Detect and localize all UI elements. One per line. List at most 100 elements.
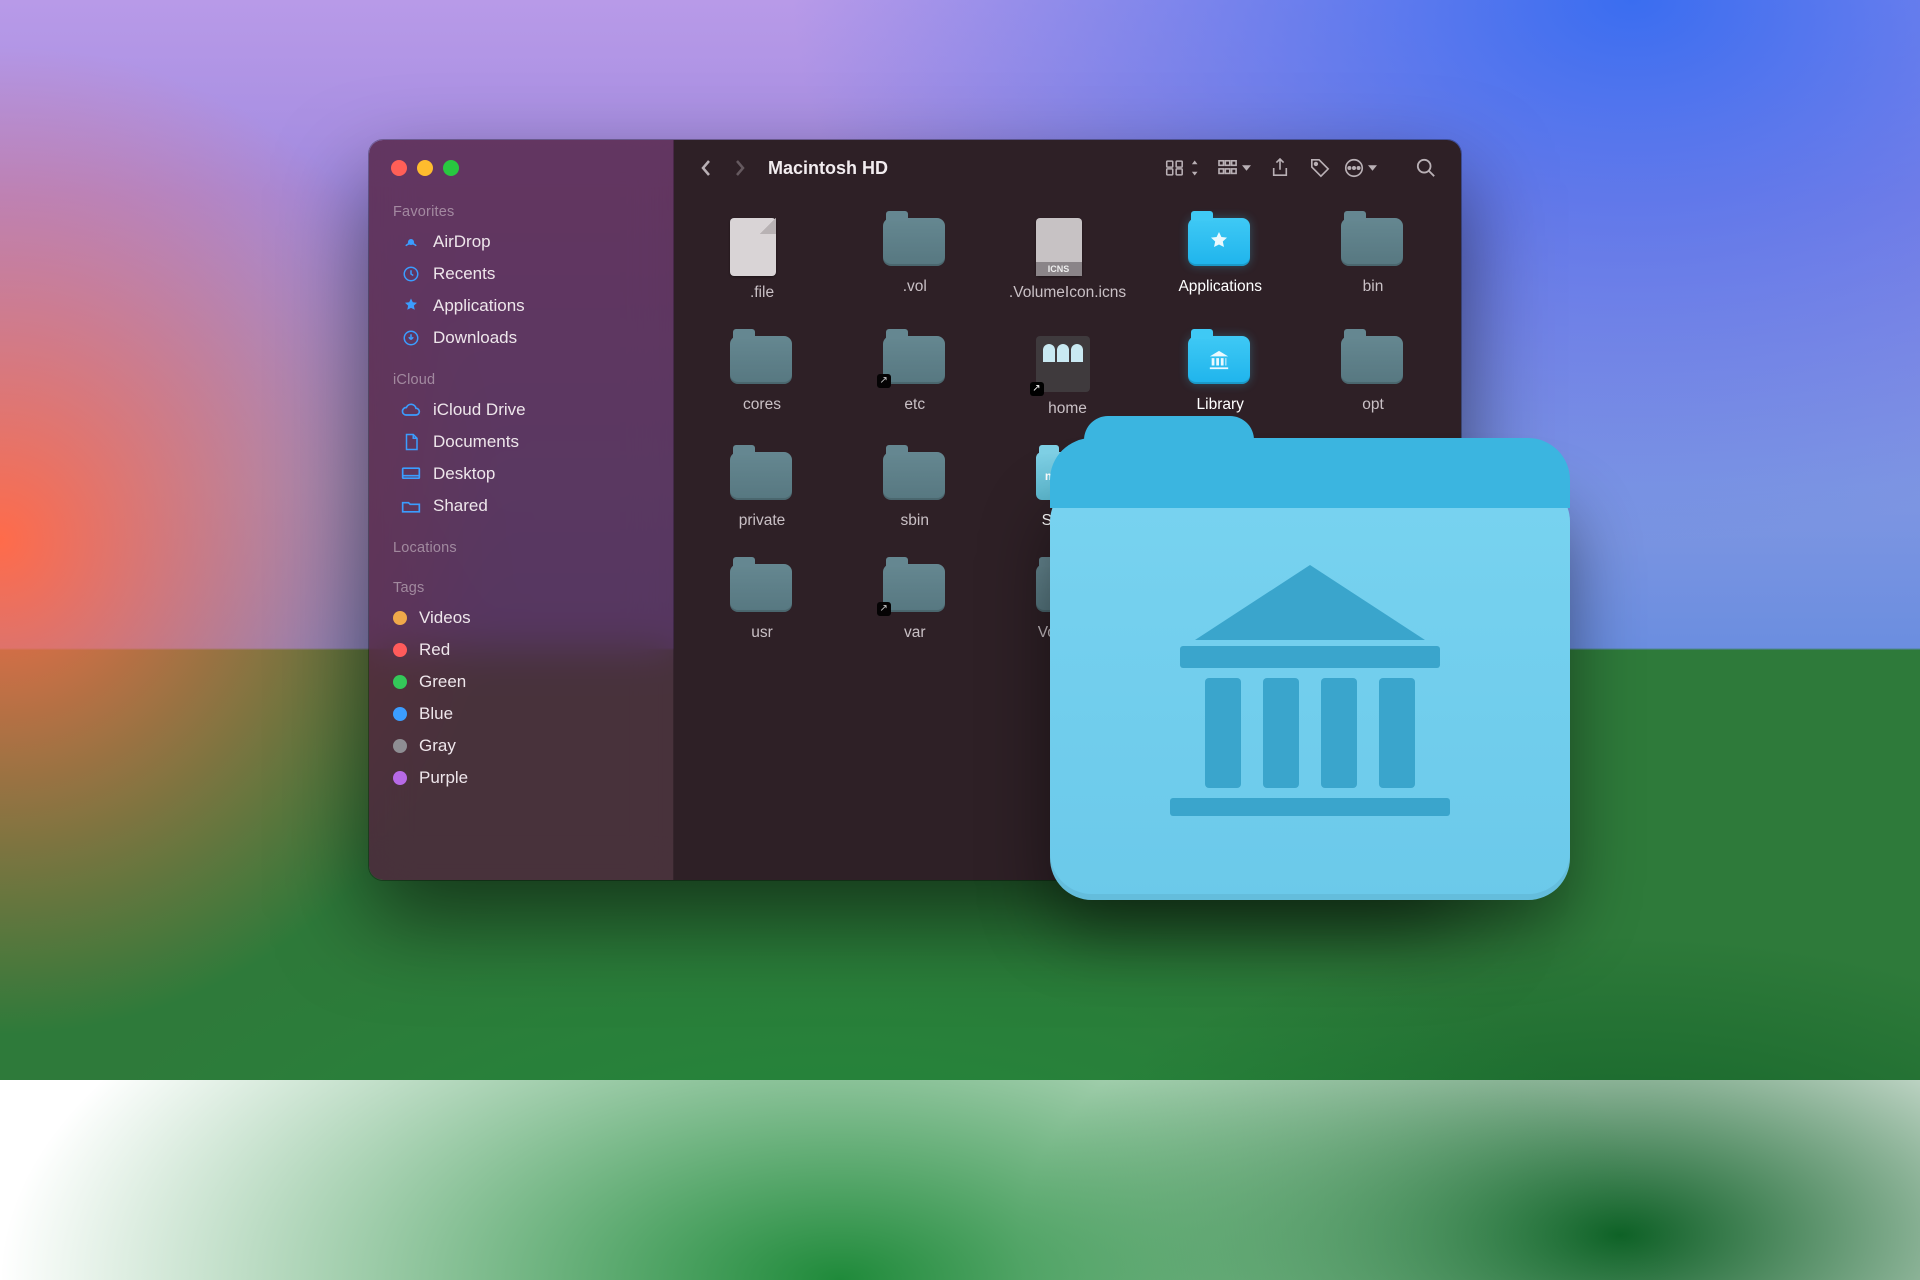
tag-dot-icon [393,771,407,785]
sidebar-label: Applications [433,296,525,316]
cloud-icon [401,400,421,420]
sidebar-tag-videos[interactable]: Videos [369,602,673,634]
file-label: var [904,624,926,642]
share-button[interactable] [1263,153,1297,183]
group-by-button[interactable] [1217,153,1251,183]
file-item[interactable]: Applications [1156,218,1284,302]
tags-header: Tags [369,562,673,602]
tag-label: Purple [419,768,468,788]
alias-badge-icon [877,602,891,616]
favorites-header: Favorites [369,186,673,226]
file-item[interactable]: .vol [851,218,979,302]
file-item[interactable]: bin [1309,218,1437,302]
tag-dot-icon [393,739,407,753]
file-item[interactable]: ICNS .VolumeIcon.icns [1004,218,1132,302]
file-item[interactable]: var [851,564,979,642]
airdrop-icon [401,232,421,252]
file-label: private [739,512,786,530]
sidebar-label: AirDrop [433,232,491,252]
sidebar-tag-green[interactable]: Green [369,666,673,698]
window-title: Macintosh HD [768,158,888,179]
sidebar-item-downloads[interactable]: Downloads [377,322,665,354]
icloud-header: iCloud [369,354,673,394]
sidebar-item-desktop[interactable]: Desktop [377,458,665,490]
tag-label: Green [419,672,466,692]
folder-icon [883,564,947,616]
sidebar-item-shared[interactable]: Shared [377,490,665,522]
folder-icon [883,336,947,388]
sidebar-label: Desktop [433,464,495,484]
folder-icon [883,218,947,270]
file-label: usr [751,624,773,642]
folder-icon [883,452,947,504]
tag-label: Blue [419,704,453,724]
file-item[interactable]: usr [698,564,826,642]
file-item[interactable]: home [1004,336,1132,418]
sidebar-item-applications[interactable]: Applications [377,290,665,322]
folder-icon [1341,336,1405,388]
file-label: bin [1363,278,1384,296]
file-item[interactable]: Library [1156,336,1284,418]
sidebar-tag-red[interactable]: Red [369,634,673,666]
tag-label: Red [419,640,450,660]
folder-icon [1341,218,1405,270]
locations-header: Locations [369,522,673,562]
file-label: sbin [901,512,929,530]
sidebar-label: Documents [433,432,519,452]
sidebar-tag-blue[interactable]: Blue [369,698,673,730]
desktop-icon [401,464,421,484]
search-button[interactable] [1409,153,1443,183]
sidebar-tag-purple[interactable]: Purple [369,762,673,794]
folder-icon [730,452,794,504]
tag-dot-icon [393,611,407,625]
sidebar-item-recents[interactable]: Recents [377,258,665,290]
tag-dot-icon [393,675,407,689]
file-label: cores [743,396,781,414]
more-button[interactable] [1343,153,1377,183]
window-controls [369,154,673,186]
file-label: .file [750,284,774,302]
file-label: .vol [903,278,927,296]
icns-icon: ICNS [1036,218,1100,276]
file-label: home [1048,400,1087,418]
alias-badge-icon [1030,382,1044,396]
forward-button[interactable] [726,154,754,182]
file-item[interactable]: opt [1309,336,1437,418]
file-label: .VolumeIcon.icns [1009,284,1126,302]
tag-dot-icon [393,643,407,657]
file-label: etc [904,396,925,414]
library-folder-hero-icon [1050,480,1570,900]
file-item[interactable]: cores [698,336,826,418]
sidebar: Favorites AirDrop Recents Applications D… [369,140,674,880]
sidebar-item-icloud-drive[interactable]: iCloud Drive [377,394,665,426]
tag-dot-icon [393,707,407,721]
minimize-button[interactable] [417,160,433,176]
sidebar-label: Recents [433,264,495,284]
tag-button[interactable] [1303,153,1337,183]
tag-label: Videos [419,608,471,628]
sidebar-item-airdrop[interactable]: AirDrop [377,226,665,258]
sidebar-item-documents[interactable]: Documents [377,426,665,458]
applications-icon [401,296,421,316]
zoom-button[interactable] [443,160,459,176]
library-folder-icon [1188,336,1252,388]
view-switcher-button[interactable] [1165,153,1199,183]
applications-folder-icon [1188,218,1252,270]
sidebar-label: Shared [433,496,488,516]
file-label: Library [1197,396,1244,414]
document-icon [730,218,794,276]
document-icon [401,432,421,452]
file-item[interactable]: .file [698,218,826,302]
shared-folder-icon [401,496,421,516]
file-item[interactable]: private [698,452,826,530]
home-icon [1036,336,1100,392]
file-item[interactable]: sbin [851,452,979,530]
close-button[interactable] [391,160,407,176]
file-item[interactable]: etc [851,336,979,418]
back-button[interactable] [692,154,720,182]
sidebar-tag-gray[interactable]: Gray [369,730,673,762]
sidebar-label: Downloads [433,328,517,348]
folder-icon [730,564,794,616]
tag-label: Gray [419,736,456,756]
file-label: Applications [1178,278,1262,296]
